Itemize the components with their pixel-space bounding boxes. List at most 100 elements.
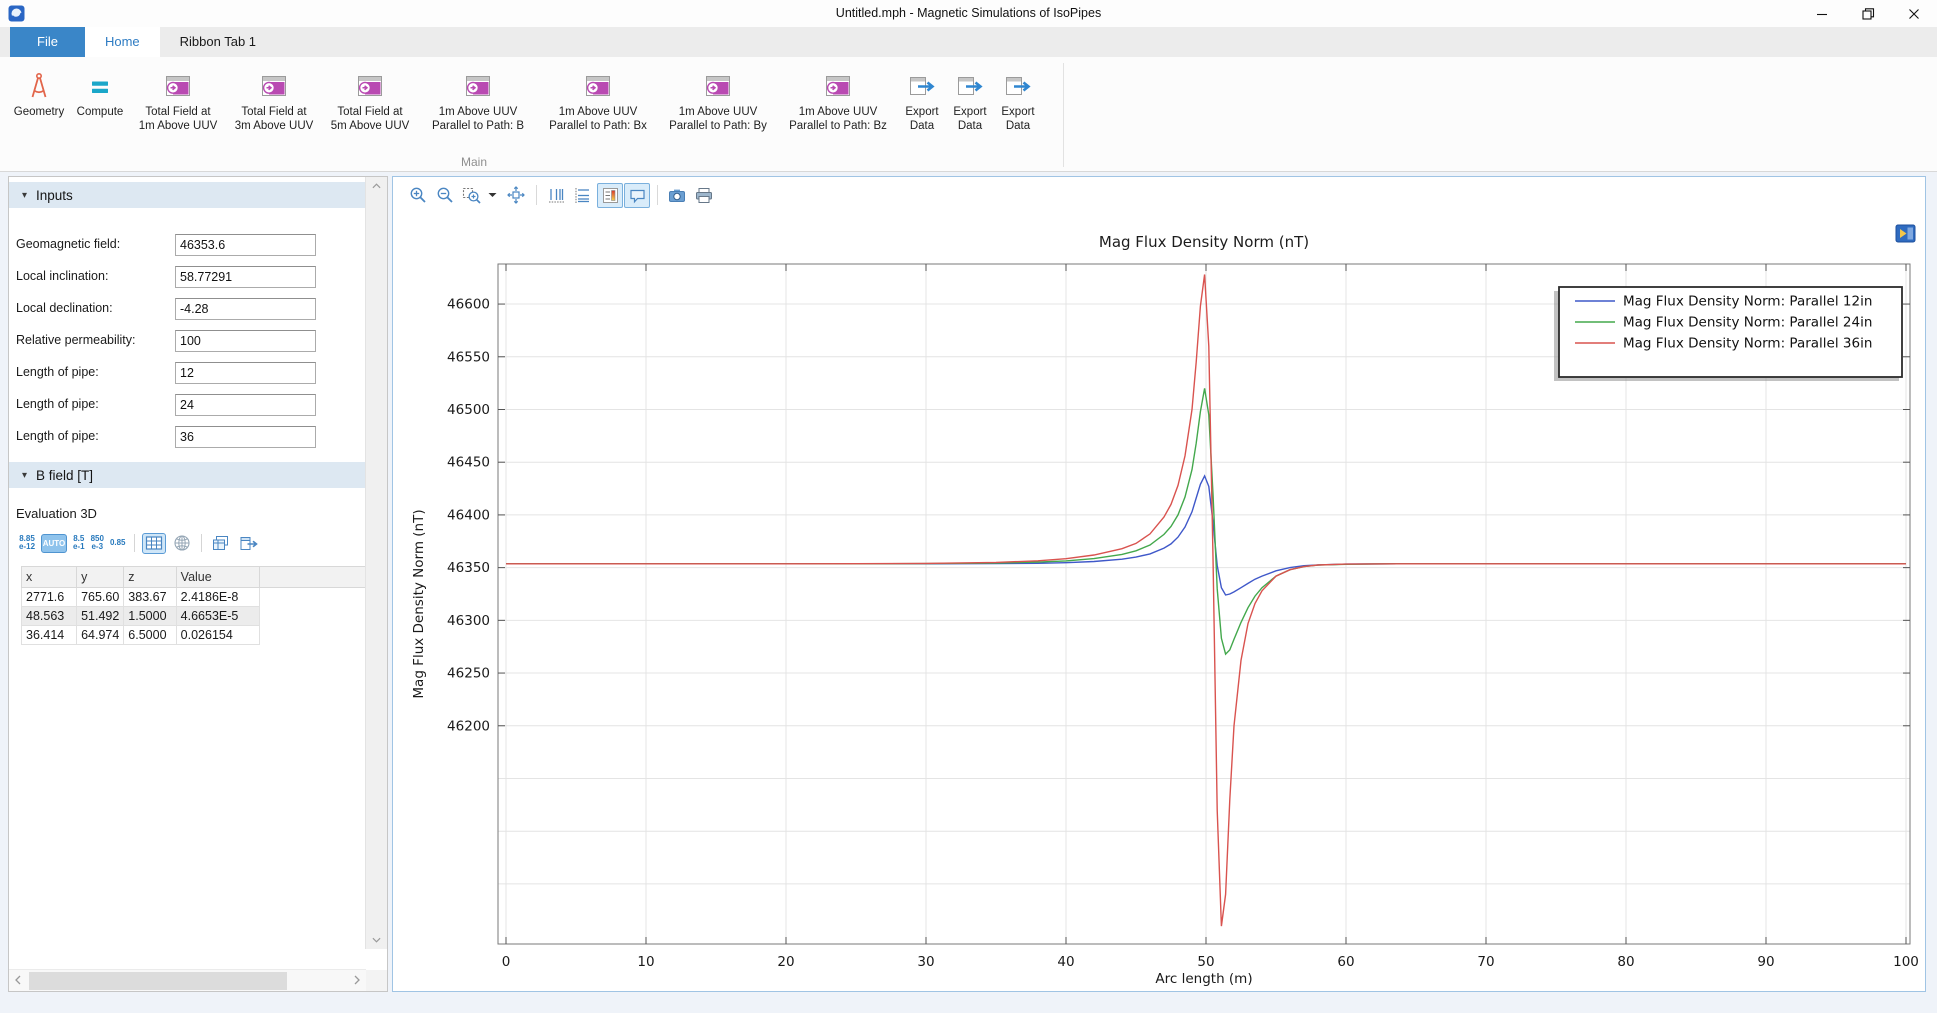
- precision-0-85-button[interactable]: 0.85: [110, 539, 126, 548]
- scroll-left-icon[interactable]: [9, 971, 27, 989]
- ribbon-button-parallel-path-b[interactable]: 1m Above UUV Parallel to Path: B: [419, 65, 537, 133]
- length-of-pipe-1-input[interactable]: [175, 362, 316, 384]
- svg-text:46450: 46450: [447, 455, 490, 471]
- table-cell: 2.4186E-8: [176, 588, 259, 607]
- ribbon-button-total-field-1m[interactable]: Total Field at 1m Above UUV: [131, 65, 225, 133]
- ribbon-button-label: 1m Above UUV Parallel to Path: Bz: [789, 106, 887, 133]
- table-cell: 48.563: [22, 607, 77, 626]
- ribbon-button-label: Geometry: [14, 106, 65, 120]
- plot-window-icon: [258, 71, 290, 101]
- ribbon-button-parallel-path-bz[interactable]: 1m Above UUV Parallel to Path: Bz: [779, 65, 897, 133]
- local-declination-input[interactable]: [175, 298, 316, 320]
- export-data-icon: [1002, 71, 1034, 101]
- length-of-pipe-3-input[interactable]: [175, 426, 316, 448]
- collapse-triangle-icon: ▾: [22, 470, 27, 481]
- zoom-box-dropdown-icon[interactable]: [486, 183, 499, 208]
- svg-text:46400: 46400: [447, 507, 490, 523]
- ribbon-button-label: Total Field at 3m Above UUV: [235, 106, 314, 133]
- toolbar-separator: [134, 534, 135, 552]
- copy-table-icon[interactable]: [209, 533, 233, 554]
- toolbar-separator: [201, 534, 202, 552]
- column-header-x[interactable]: x: [22, 567, 77, 588]
- ribbon-button-label: Export Data: [1001, 106, 1034, 133]
- zoom-out-icon[interactable]: [432, 183, 458, 208]
- relative-permeability-input[interactable]: [175, 330, 316, 352]
- plot-tooltip-toggle-icon[interactable]: [624, 183, 650, 208]
- table-row[interactable]: 2771.6765.60383.672.4186E-8: [22, 588, 387, 607]
- evaluation-table: xyzValue2771.6765.60383.672.4186E-848.56…: [21, 566, 387, 645]
- scroll-down-icon[interactable]: [366, 931, 387, 949]
- title-bar: Untitled.mph - Magnetic Simulations of I…: [0, 0, 1937, 27]
- geomagnetic-field-input[interactable]: [175, 234, 316, 256]
- y-axis-log-scale-icon[interactable]: [570, 183, 596, 208]
- scroll-up-icon[interactable]: [366, 177, 387, 195]
- svg-text:30: 30: [917, 954, 934, 970]
- ribbon-group-divider: [1063, 63, 1064, 167]
- ribbon-button-geometry[interactable]: Geometry: [9, 65, 69, 120]
- table-cell: 51.492: [77, 607, 124, 626]
- horizontal-scroll-thumb[interactable]: [29, 972, 287, 990]
- export-table-icon[interactable]: [237, 533, 261, 554]
- svg-text:100: 100: [1893, 954, 1919, 970]
- ribbon-button-export-data-1[interactable]: Export Data: [899, 65, 945, 133]
- ribbon-button-parallel-path-bx[interactable]: 1m Above UUV Parallel to Path: Bx: [539, 65, 657, 133]
- minimize-button[interactable]: [1799, 0, 1845, 27]
- x-axis-log-scale-icon[interactable]: [543, 183, 569, 208]
- tab-ribbon-tab-1[interactable]: Ribbon Tab 1: [160, 27, 276, 57]
- precision-850e-3-button[interactable]: 850 e-3: [91, 535, 104, 552]
- ribbon-button-compute[interactable]: Compute: [71, 65, 129, 120]
- bfield-section-header[interactable]: ▾ B field [T]: [9, 462, 365, 488]
- collapse-triangle-icon: ▾: [22, 190, 27, 201]
- zoom-box-icon[interactable]: [459, 183, 485, 208]
- spherical-view-icon[interactable]: [170, 533, 194, 554]
- column-header-value[interactable]: Value: [176, 567, 259, 588]
- inputs-section-header[interactable]: ▾ Inputs: [9, 182, 365, 208]
- length-of-pipe-3-label: Length of pipe:: [16, 429, 99, 443]
- ribbon-button-label: 1m Above UUV Parallel to Path: Bx: [549, 106, 647, 133]
- color-legend-toggle-icon[interactable]: [597, 183, 623, 208]
- table-row[interactable]: 48.56351.4921.50004.6653E-5: [22, 607, 387, 626]
- ribbon-button-label: Compute: [77, 106, 124, 120]
- plot-window-icon: [582, 71, 614, 101]
- ribbon-button-total-field-3m[interactable]: Total Field at 3m Above UUV: [227, 65, 321, 133]
- precision-8-5e-1-button[interactable]: 8.5 e-1: [73, 535, 85, 552]
- column-header-z[interactable]: z: [124, 567, 176, 588]
- scroll-right-icon[interactable]: [348, 971, 366, 989]
- local-inclination-label: Local inclination:: [16, 269, 108, 283]
- ribbon-button-label: Total Field at 5m Above UUV: [331, 106, 410, 133]
- plot-window-icon: [462, 71, 494, 101]
- zoom-in-icon[interactable]: [405, 183, 431, 208]
- local-inclination-input[interactable]: [175, 266, 316, 288]
- local-declination-label: Local declination:: [16, 301, 113, 315]
- precision-auto-button[interactable]: AUTO: [41, 534, 67, 553]
- zoom-extents-icon[interactable]: [503, 183, 529, 208]
- tab-home[interactable]: Home: [85, 27, 160, 57]
- image-snapshot-icon[interactable]: [664, 183, 690, 208]
- ribbon-button-export-data-2[interactable]: Export Data: [947, 65, 993, 133]
- compute-icon: [84, 71, 116, 101]
- table-header-row: xyzValue: [22, 567, 387, 588]
- full-precision-table-icon[interactable]: [142, 533, 166, 554]
- input-row: Length of pipe:: [9, 426, 365, 448]
- window-controls: [1799, 0, 1937, 27]
- precision-8-85e-12-button[interactable]: 8.85 e-12: [19, 535, 35, 552]
- comsol-plot-logo-icon: [1895, 224, 1916, 243]
- column-header-y[interactable]: y: [77, 567, 124, 588]
- close-button[interactable]: [1891, 0, 1937, 27]
- ribbon-button-export-data-3[interactable]: Export Data: [995, 65, 1041, 133]
- svg-text:50: 50: [1197, 954, 1214, 970]
- ribbon-button-total-field-5m[interactable]: Total Field at 5m Above UUV: [323, 65, 417, 133]
- panel-vertical-scrollbar[interactable]: [365, 177, 387, 949]
- plot-canvas[interactable]: 0102030405060708090100462004625046300463…: [393, 177, 1925, 991]
- table-row[interactable]: 36.41464.9746.50000.026154: [22, 626, 387, 645]
- print-icon[interactable]: [691, 183, 717, 208]
- plot-window-icon: [354, 71, 386, 101]
- input-row: Relative permeability:: [9, 330, 365, 352]
- length-of-pipe-2-input[interactable]: [175, 394, 316, 416]
- tab-file[interactable]: File: [10, 27, 85, 57]
- chart-title: Mag Flux Density Norm (nT): [1099, 233, 1309, 251]
- panel-horizontal-scrollbar[interactable]: [9, 969, 366, 991]
- ribbon-button-parallel-path-by[interactable]: 1m Above UUV Parallel to Path: By: [659, 65, 777, 133]
- table-cell: 6.5000: [124, 626, 176, 645]
- restore-button[interactable]: [1845, 0, 1891, 27]
